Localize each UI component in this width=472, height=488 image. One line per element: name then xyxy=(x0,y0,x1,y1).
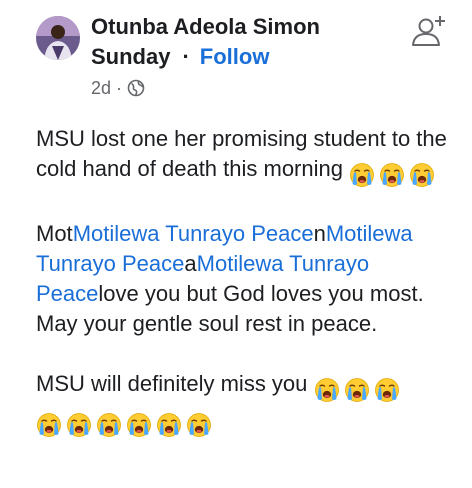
post-paragraph-2: MotMotilewa Tunrayo PeacenMotilewa Tunra… xyxy=(36,219,456,339)
emoji-group-3 xyxy=(36,409,216,439)
add-friend-icon[interactable] xyxy=(410,12,450,52)
post-paragraph-1: MSU lost one her promising student to th… xyxy=(36,124,456,189)
loudly-crying-face-icon xyxy=(374,377,400,403)
loudly-crying-face-icon xyxy=(126,412,152,438)
globe-icon[interactable] xyxy=(127,79,145,97)
loudly-crying-face-icon xyxy=(409,162,435,188)
emoji-group-1 xyxy=(349,159,439,189)
post-text-fragment: Mot xyxy=(36,221,73,246)
post-text-fragment: a xyxy=(184,251,197,276)
post-body: MSU lost one her promising student to th… xyxy=(36,124,456,439)
loudly-crying-face-icon xyxy=(186,412,212,438)
author-name-line2-row: Sunday · Follow xyxy=(91,42,421,72)
meta-separator: · xyxy=(116,78,123,98)
loudly-crying-face-icon xyxy=(349,162,375,188)
loudly-crying-face-icon xyxy=(66,412,92,438)
post-timestamp[interactable]: 2d xyxy=(91,76,111,100)
loudly-crying-face-icon xyxy=(314,377,340,403)
post-paragraph-3: MSU will definitely miss you xyxy=(36,369,456,439)
follow-button[interactable]: Follow xyxy=(200,44,270,69)
author-name[interactable]: Otunba Adeola Simon xyxy=(91,12,421,42)
loudly-crying-face-icon xyxy=(344,377,370,403)
emoji-group-2 xyxy=(314,374,404,404)
post-text-fragment: n xyxy=(313,221,326,246)
post-text-fragment: love you but God loves you most. xyxy=(98,281,424,306)
loudly-crying-face-icon xyxy=(36,412,62,438)
author-block: Otunba Adeola Simon Sunday · Follow 2d · xyxy=(91,12,421,100)
loudly-crying-face-icon xyxy=(96,412,122,438)
post-text-line3: May your gentle soul rest in peace. xyxy=(36,311,378,336)
loudly-crying-face-icon xyxy=(379,162,405,188)
post-meta: 2d · xyxy=(91,76,421,100)
post-text-line4: MSU will definitely miss you xyxy=(36,371,308,396)
post-header: Otunba Adeola Simon Sunday · Follow 2d · xyxy=(36,12,456,102)
loudly-crying-face-icon xyxy=(156,412,182,438)
author-avatar[interactable] xyxy=(36,16,80,60)
follow-separator: · xyxy=(182,44,190,69)
facebook-post: Otunba Adeola Simon Sunday · Follow 2d · xyxy=(0,0,472,488)
author-name-line2[interactable]: Sunday xyxy=(91,44,170,69)
mention-tag-1[interactable]: Motilewa Tunrayo Peace xyxy=(73,221,314,246)
